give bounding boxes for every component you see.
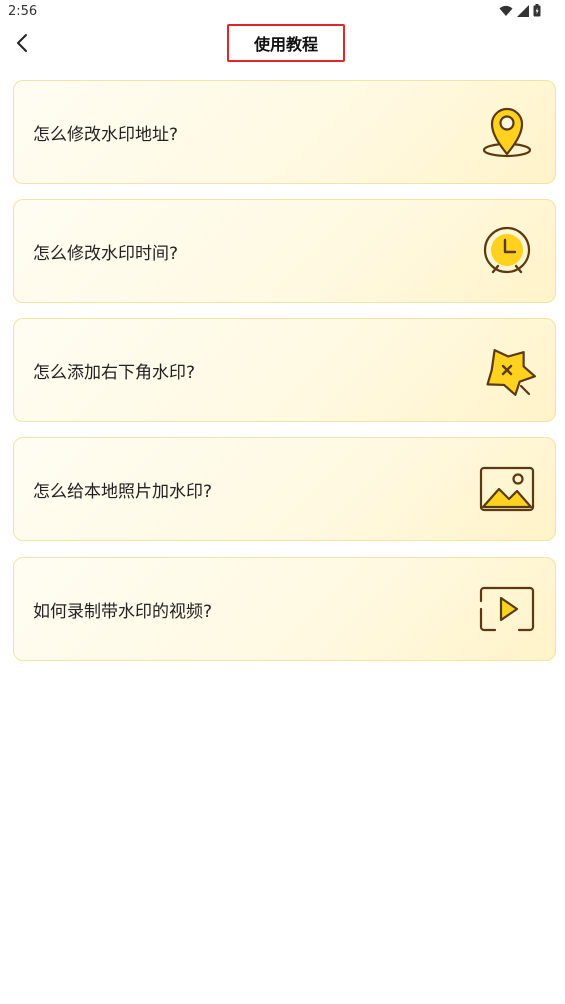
status-bar: 2:56 <box>0 0 565 24</box>
location-pin-icon <box>477 102 537 162</box>
page-title: 使用教程 <box>227 24 345 62</box>
tutorial-label: 怎么修改水印时间? <box>33 243 179 264</box>
tutorial-card-edit-address[interactable]: 怎么修改水印地址? <box>13 80 556 184</box>
alarm-clock-icon <box>477 221 537 281</box>
tutorial-card-add-corner-watermark[interactable]: 怎么添加右下角水印? <box>13 318 556 422</box>
picture-icon <box>477 459 537 519</box>
status-icons <box>499 4 541 17</box>
tutorial-card-local-photo[interactable]: 怎么给本地照片加水印? <box>13 437 556 541</box>
video-play-icon <box>477 579 537 639</box>
app-bar: 使用教程 <box>0 24 565 66</box>
signal-icon <box>517 4 529 17</box>
tutorial-card-edit-time[interactable]: 怎么修改水印时间? <box>13 199 556 303</box>
tutorial-card-record-video[interactable]: 如何录制带水印的视频? <box>13 557 556 661</box>
tutorial-label: 如何录制带水印的视频? <box>33 601 213 622</box>
tutorial-label: 怎么修改水印地址? <box>33 124 179 145</box>
chevron-left-icon <box>16 33 28 57</box>
status-time: 2:56 <box>8 4 38 19</box>
back-button[interactable] <box>10 32 34 58</box>
tutorial-label: 怎么给本地照片加水印? <box>33 481 213 502</box>
tutorial-label: 怎么添加右下角水印? <box>33 362 196 383</box>
battery-icon <box>533 4 541 17</box>
star-icon <box>477 340 537 400</box>
wifi-icon <box>499 5 513 17</box>
